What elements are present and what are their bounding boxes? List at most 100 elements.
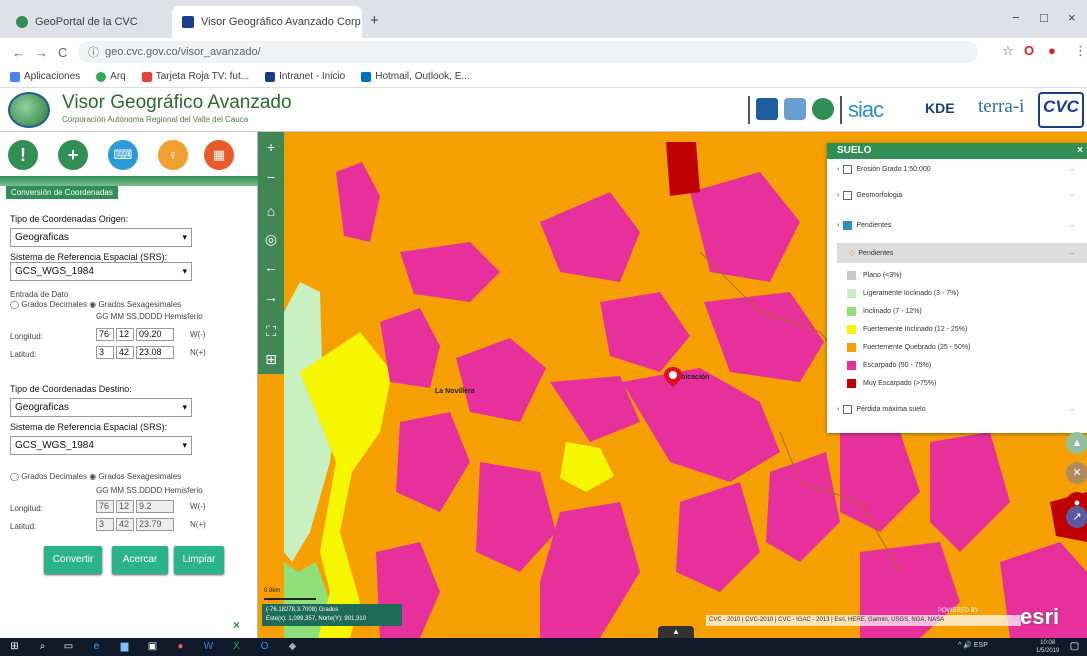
close-window-icon[interactable]: × [1068, 10, 1076, 25]
opera-icon[interactable]: O [1024, 43, 1034, 58]
address-bar[interactable]: ⓘ geo.cvc.gov.co/visor_avanzado/ [78, 41, 978, 63]
forward-icon[interactable]: → [35, 45, 48, 60]
layer-checkbox-checked[interactable] [843, 221, 853, 230]
word-icon[interactable]: W [202, 641, 215, 653]
outlook-icon[interactable]: O [258, 641, 271, 653]
fullscreen-icon[interactable]: ⛶ [258, 318, 284, 344]
layer-menu-icon[interactable]: ... [1069, 165, 1075, 172]
header-divider [840, 96, 842, 124]
origin-lon-ss[interactable]: 09.20 [136, 328, 174, 341]
layer-erosion[interactable]: › Erosión Grado 1:50.000 [837, 165, 931, 174]
layer-pendientes[interactable]: › Pendientes [837, 221, 891, 230]
group-menu-icon[interactable]: ... [1069, 249, 1075, 256]
new-tab-button[interactable]: + [370, 12, 379, 29]
esri-logo[interactable]: esri [1020, 604, 1059, 630]
app-icon[interactable]: ◆ [286, 641, 299, 653]
tab-visor[interactable]: Visor Geográfico Avanzado Corp × [172, 6, 362, 38]
origin-srs-select[interactable]: GCS_WGS_1984 [10, 262, 192, 281]
kde-logo[interactable]: KDE [925, 100, 955, 116]
add-icon[interactable]: + [58, 140, 88, 170]
panel-toggle-handle[interactable]: ▲ [658, 626, 694, 638]
layer-checkbox[interactable] [843, 191, 853, 200]
zoom-out-icon[interactable]: − [258, 164, 284, 190]
outlook-icon [361, 71, 372, 82]
layer-perdida[interactable]: › Pérdida máxima suelo [837, 405, 926, 414]
bookmark-intranet[interactable]: Intranet - Inicio [265, 71, 345, 82]
back-icon[interactable]: ← [12, 45, 25, 60]
expand-icon[interactable]: › [837, 166, 839, 173]
layer-menu-icon[interactable]: ... [1069, 405, 1075, 412]
origin-lat-ss[interactable]: 23.08 [136, 346, 174, 359]
task-view-icon[interactable]: ▭ [62, 641, 75, 653]
zoom-in-icon[interactable]: + [258, 134, 284, 160]
locate-person-icon[interactable]: ♀ [158, 140, 188, 170]
cvc-logo[interactable]: CVC [1038, 92, 1084, 128]
legend-swatch [847, 325, 856, 334]
section-tab-conversion[interactable]: Conversión de Coordenadas [6, 186, 118, 199]
bookmark-hotmail[interactable]: Hotmail, Outlook, E... [361, 71, 470, 82]
clear-button[interactable]: Limpiar [174, 546, 224, 574]
minimize-icon[interactable]: − [1012, 10, 1020, 25]
bookmark-apps[interactable]: Aplicaciones [10, 71, 80, 82]
share-icon[interactable]: ↗ [1066, 506, 1087, 528]
edge-icon[interactable]: e [90, 641, 103, 653]
layer-menu-icon[interactable]: ... [1069, 191, 1075, 198]
expand-icon[interactable]: › [837, 406, 839, 413]
header-divider [748, 96, 750, 124]
origin-lon-gg[interactable]: 76 [96, 328, 114, 341]
star-icon[interactable]: ☆ [1002, 43, 1014, 59]
browser-tabstrip: GeoPortal de la CVC × Visor Geográfico A… [0, 0, 1087, 38]
convert-button[interactable]: Convertir [44, 546, 102, 574]
origin-lon-mm[interactable]: 12 [116, 328, 134, 341]
bookmark-arq[interactable]: Arq [96, 71, 126, 82]
previous-extent-icon[interactable]: ← [258, 254, 284, 280]
dest-radio-group[interactable]: ◯ Grados Decimales ◉ Grados Sexagesimale… [10, 472, 181, 481]
fish-icon[interactable] [784, 98, 806, 120]
profile-icon[interactable]: ● [1048, 43, 1056, 58]
file-explorer-icon[interactable]: ▆ [118, 641, 131, 653]
info-icon[interactable]: ! [8, 140, 38, 170]
expand-icon[interactable]: › [837, 192, 839, 199]
origin-radio-group[interactable]: ◯ Grados Decimales ◉ Grados Sexagesimale… [10, 300, 181, 309]
maximize-icon[interactable]: □ [1040, 10, 1048, 25]
origin-type-select[interactable]: Geograficas [10, 228, 192, 247]
location-pin-icon[interactable] [662, 366, 684, 388]
layer-checkbox[interactable] [843, 165, 853, 174]
zoom-to-button[interactable]: Acercar [112, 546, 168, 574]
origin-lat-gg[interactable]: 3 [96, 346, 114, 359]
layer-menu-icon[interactable]: ... [1069, 221, 1075, 228]
locate-icon[interactable]: ◎ [258, 226, 284, 252]
system-tray[interactable]: ^ 🔊 ESP [958, 641, 988, 649]
windows-start-icon[interactable]: ⊞ [8, 641, 21, 653]
terra-logo[interactable]: terra-i [978, 96, 1024, 118]
clock[interactable]: 10:08 1/5/2019 [1036, 639, 1059, 655]
legend-swatch [847, 307, 856, 316]
earth-icon[interactable] [812, 98, 834, 120]
origin-lon-hemi: W(-) [190, 330, 206, 339]
reload-icon[interactable]: C [58, 45, 67, 60]
dest-srs-select[interactable]: GCS_WGS_1984 [10, 436, 192, 455]
layer-checkbox[interactable] [843, 405, 853, 414]
layer-geomorfologia[interactable]: › Geomorfologia [837, 191, 902, 200]
keyboard-icon[interactable]: ⌨ [108, 140, 138, 170]
origin-lat-mm[interactable]: 42 [116, 346, 134, 359]
legend-close-icon[interactable]: × [1077, 143, 1083, 159]
panel-close-icon[interactable]: × [233, 618, 240, 632]
excel-icon[interactable]: X [230, 641, 243, 653]
bookmark-tarjeta-roja[interactable]: Tarjeta Roja TV: fut... [141, 71, 249, 82]
siac-logo[interactable]: siac [848, 97, 884, 123]
store-icon[interactable]: ▣ [146, 641, 159, 653]
search-icon[interactable]: ⌕ [36, 641, 49, 653]
overview-icon[interactable]: ⊞ [258, 346, 284, 372]
home-icon[interactable]: ⌂ [258, 198, 284, 224]
tools-icon[interactable]: ✕ [1066, 462, 1087, 484]
ship-icon[interactable] [756, 98, 778, 120]
calculator-icon[interactable]: ▦ [204, 140, 234, 170]
basemap-icon[interactable]: ▲ [1066, 432, 1087, 454]
notifications-icon[interactable]: ▢ [1068, 641, 1081, 653]
next-extent-icon[interactable]: → [258, 284, 284, 310]
chrome-icon[interactable]: ● [174, 641, 187, 653]
menu-icon[interactable]: ⋮ [1074, 43, 1087, 59]
expand-icon[interactable]: › [837, 222, 839, 229]
dest-type-select[interactable]: Geograficas [10, 398, 192, 417]
